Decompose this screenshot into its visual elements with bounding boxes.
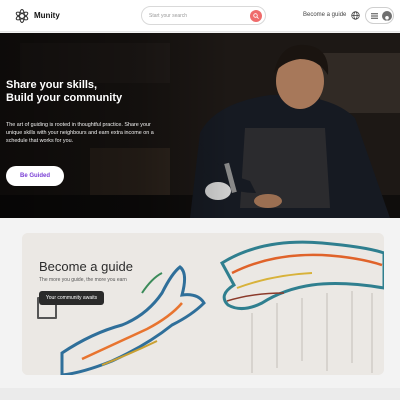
hero-title: Share your skills, Build your community [6,79,206,105]
be-guided-button[interactable]: Be Guided [6,166,64,186]
hero-title-line1: Share your skills, [6,79,98,91]
brand-name[interactable]: Munity [34,11,60,20]
guide-card-title: Become a guide [39,259,133,274]
bottom-section [0,388,400,400]
munity-logo-icon[interactable] [14,8,30,24]
become-guide-card: Become a guide The more you guide, the m… [22,233,384,375]
search-button[interactable] [250,10,262,22]
top-navbar: Munity Become a guide [0,0,400,32]
search-bar[interactable] [141,6,266,25]
hero-title-line2: Build your community [6,92,123,104]
become-guide-link[interactable]: Become a guide [303,12,346,18]
hero-description: The art of guiding is rooted in thoughtf… [6,122,154,144]
user-menu-button[interactable] [365,7,394,24]
globe-icon[interactable] [351,11,360,20]
guide-card-subtitle: The more you guide, the more you earn [39,277,127,283]
hero-section: Share your skills, Build your community … [0,33,400,218]
search-input[interactable] [149,11,245,21]
search-icon [253,13,259,19]
menu-icon [371,13,378,19]
user-icon [382,11,392,21]
community-awaits-button[interactable]: Your community awaits [39,291,104,305]
